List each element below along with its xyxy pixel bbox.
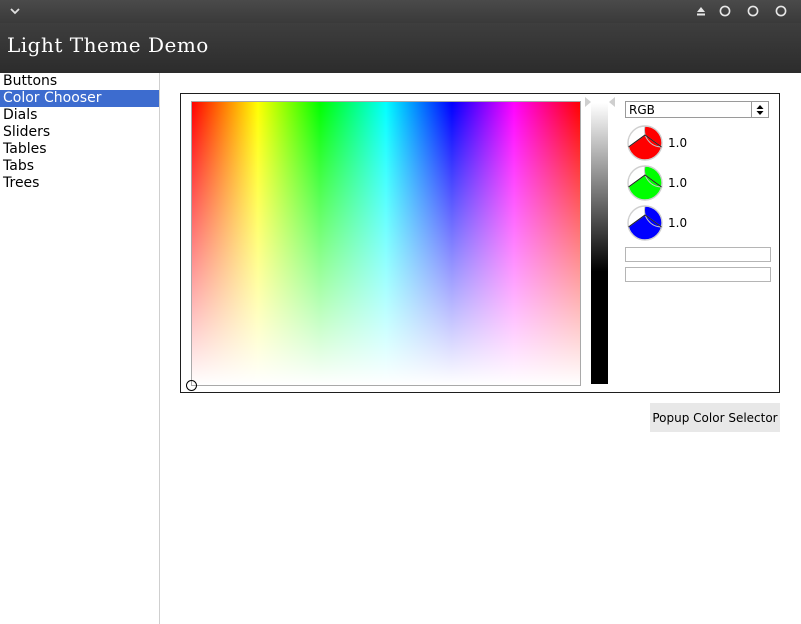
red-channel-value: 1.0 bbox=[668, 136, 688, 150]
sidebar-item-buttons[interactable]: Buttons bbox=[0, 73, 159, 90]
main-content: RGB 1.0 1.0 1.0 Popup Color Selector bbox=[160, 73, 801, 624]
green-channel-dial[interactable] bbox=[625, 163, 665, 203]
eject-icon[interactable] bbox=[695, 5, 707, 17]
color-model-select[interactable]: RGB bbox=[625, 101, 769, 118]
minimize-button-icon[interactable] bbox=[719, 5, 731, 17]
sidebar-item-trees[interactable]: Trees bbox=[0, 175, 159, 192]
maximize-button-icon[interactable] bbox=[747, 5, 759, 17]
blue-channel-value: 1.0 bbox=[668, 216, 688, 230]
window-titlebar bbox=[0, 0, 801, 23]
value-slider-handle-right[interactable] bbox=[609, 97, 615, 107]
color-chooser-panel: RGB 1.0 1.0 1.0 bbox=[180, 93, 780, 393]
sidebar: Buttons Color Chooser Dials Sliders Tabl… bbox=[0, 73, 160, 624]
sidebar-item-sliders[interactable]: Sliders bbox=[0, 124, 159, 141]
green-channel-value: 1.0 bbox=[668, 176, 688, 190]
value-slider[interactable] bbox=[591, 103, 608, 384]
sidebar-item-color-chooser[interactable]: Color Chooser bbox=[0, 90, 159, 107]
close-button-icon[interactable] bbox=[775, 5, 787, 17]
sidebar-item-tabs[interactable]: Tabs bbox=[0, 158, 159, 175]
app-header: Light Theme Demo bbox=[0, 23, 801, 73]
page-title: Light Theme Demo bbox=[7, 33, 209, 57]
updown-arrows-icon bbox=[756, 105, 764, 115]
red-channel-dial[interactable] bbox=[625, 123, 665, 163]
chevron-down-icon[interactable] bbox=[9, 5, 21, 17]
sidebar-item-tables[interactable]: Tables bbox=[0, 141, 159, 158]
popup-color-selector-button[interactable]: Popup Color Selector bbox=[650, 403, 780, 432]
color-model-value: RGB bbox=[629, 103, 655, 117]
color-picker-marker[interactable] bbox=[186, 380, 197, 391]
color-text-field-2[interactable] bbox=[625, 267, 771, 282]
color-spectrum[interactable] bbox=[191, 101, 581, 386]
sidebar-item-dials[interactable]: Dials bbox=[0, 107, 159, 124]
color-text-field-1[interactable] bbox=[625, 247, 771, 262]
blue-channel-dial[interactable] bbox=[625, 203, 665, 243]
